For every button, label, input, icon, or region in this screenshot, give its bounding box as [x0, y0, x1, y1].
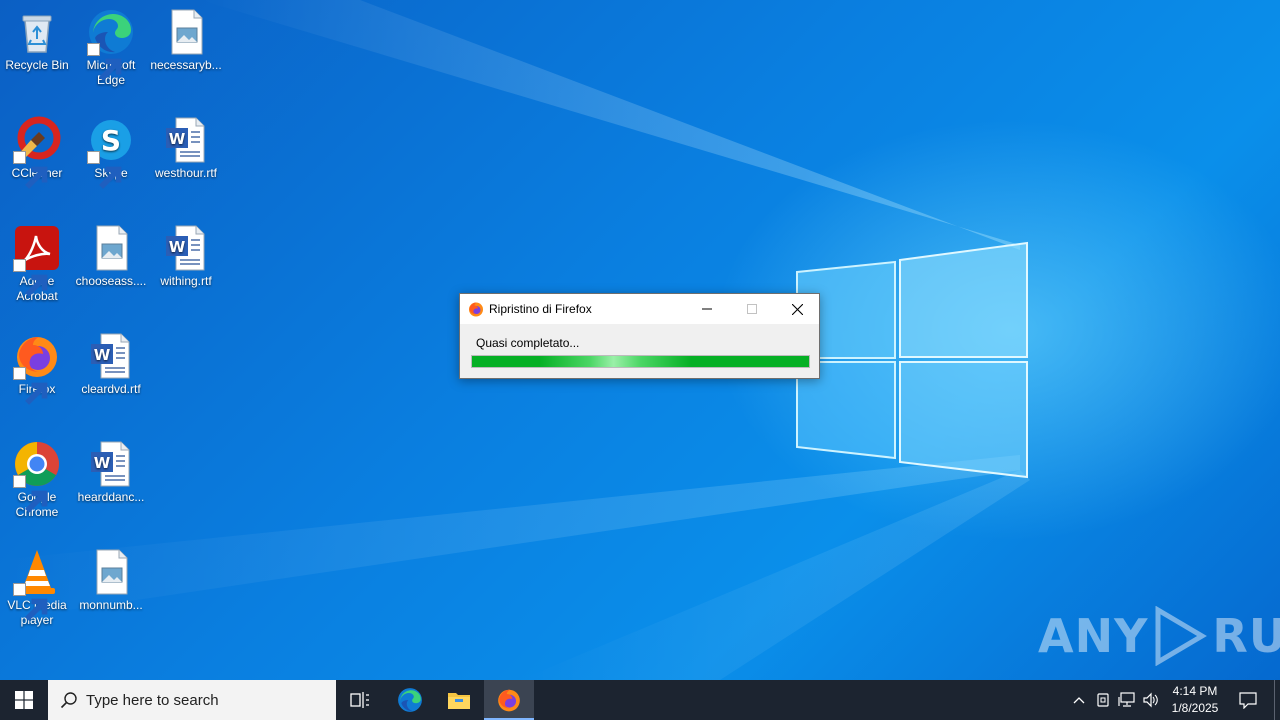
show-desktop-button[interactable]	[1274, 680, 1280, 720]
desktop-icon-firefox[interactable]: Firefox	[0, 332, 75, 405]
ccleaner-icon	[13, 116, 61, 189]
maximize-button	[729, 294, 775, 324]
chevron-up-icon	[1073, 697, 1085, 704]
desktop-icon-label: westhour.rtf	[154, 166, 218, 180]
tray-device-button[interactable]	[1092, 680, 1114, 720]
desktop-icon-label: chooseass....	[75, 274, 147, 288]
image-file-icon	[162, 8, 210, 56]
desktop-icon-hearddanc[interactable]: W hearddanc...	[73, 440, 149, 505]
skype-icon: S	[87, 116, 135, 189]
shortcut-arrow-icon	[13, 259, 48, 297]
taskbar-clock[interactable]: 4:14 PM 1/8/2025	[1164, 683, 1226, 717]
tray-network-button[interactable]	[1116, 680, 1138, 720]
play-triangle-icon	[1155, 606, 1208, 666]
firefox-icon	[469, 302, 483, 317]
maximize-icon	[747, 304, 757, 314]
firefox-icon	[13, 332, 61, 405]
desktop-icon-chooseass[interactable]: chooseass....	[73, 224, 149, 289]
desktop-icon-skype[interactable]: S Skype	[73, 116, 149, 189]
speaker-icon	[1143, 692, 1158, 708]
desktop-icon-necessaryb[interactable]: necessaryb...	[148, 8, 224, 73]
desktop-icon-ccleaner[interactable]: CCleaner	[0, 116, 75, 189]
shortcut-arrow-icon	[87, 151, 122, 189]
desktop-icon-label: Recycle Bin	[5, 58, 69, 72]
taskbar-firefox-button[interactable]	[484, 680, 534, 720]
desktop-icon-westhour[interactable]: W westhour.rtf	[148, 116, 224, 181]
dialog-titlebar[interactable]: Ripristino di Firefox	[460, 294, 819, 324]
shortcut-arrow-icon	[13, 151, 48, 189]
show-hidden-icons-button[interactable]	[1068, 680, 1090, 720]
edge-icon	[87, 8, 135, 81]
word-doc-icon: W	[162, 116, 210, 164]
svg-text:W: W	[94, 454, 111, 472]
vlc-icon	[13, 548, 61, 621]
word-doc-icon: W	[162, 224, 210, 272]
svg-text:W: W	[94, 346, 111, 364]
desktop-icon-monnumb[interactable]: monnumb...	[73, 548, 149, 613]
action-center-button[interactable]	[1230, 680, 1266, 720]
desktop-icon-cleardvd[interactable]: W cleardvd.rtf	[73, 332, 149, 397]
windows-logo-icon	[15, 691, 33, 709]
task-view-icon	[350, 692, 369, 708]
desktop-icon-label: monnumb...	[79, 598, 143, 612]
shortcut-arrow-icon	[87, 43, 122, 81]
taskbar-file-explorer-button[interactable]	[435, 680, 483, 720]
watermark-text-right: RUN	[1212, 609, 1280, 663]
desktop-icon-withing[interactable]: W withing.rtf	[148, 224, 224, 289]
progress-bar	[471, 355, 810, 368]
clock-time: 4:14 PM	[1172, 684, 1218, 698]
image-file-icon	[87, 224, 135, 272]
notification-icon	[1239, 692, 1257, 709]
minimize-icon	[702, 308, 712, 310]
desktop-icon-label: cleardvd.rtf	[81, 382, 141, 396]
task-view-button[interactable]	[336, 680, 384, 720]
taskbar-edge-button[interactable]	[386, 680, 434, 720]
status-text: Quasi completato...	[476, 336, 580, 350]
clock-date: 1/8/2025	[1171, 701, 1219, 715]
recycle-bin-icon	[13, 8, 61, 56]
desktop-icon-adobe-acrobat[interactable]: Adobe Acrobat	[0, 224, 75, 304]
search-icon	[60, 692, 77, 709]
word-doc-icon: W	[87, 440, 135, 488]
firefox-icon	[498, 689, 520, 712]
desktop-icon-google-chrome[interactable]: Google Chrome	[0, 440, 75, 520]
device-icon	[1097, 693, 1109, 707]
shortcut-arrow-icon	[13, 583, 48, 621]
desktop-icon-label: withing.rtf	[160, 274, 212, 288]
close-button[interactable]	[774, 294, 820, 324]
image-file-icon	[87, 548, 135, 596]
network-icon	[1118, 692, 1135, 707]
taskbar: Type here to search 4:14 PM 1/8/2025	[0, 680, 1280, 720]
desktop-icon-recycle-bin[interactable]: Recycle Bin	[0, 8, 75, 73]
file-explorer-icon	[448, 693, 470, 709]
word-doc-icon: W	[87, 332, 135, 380]
anyrun-watermark: ANY RUN	[1038, 606, 1280, 666]
desktop-icon-label: necessaryb...	[150, 58, 222, 72]
dialog-title: Ripristino di Firefox	[489, 302, 592, 316]
desktop-icon-label: hearddanc...	[77, 490, 145, 504]
tray-volume-button[interactable]	[1140, 680, 1162, 720]
dialog-body: Quasi completato...	[460, 324, 819, 368]
close-icon	[791, 303, 803, 315]
desktop-icon-vlc[interactable]: VLC media player	[0, 548, 75, 628]
search-placeholder: Type here to search	[86, 691, 219, 709]
edge-icon	[398, 688, 422, 712]
desktop-icon-edge[interactable]: Microsoft Edge	[73, 8, 149, 88]
svg-text:W: W	[169, 130, 186, 148]
firefox-refresh-dialog: Ripristino di Firefox Quasi completato..…	[459, 293, 820, 379]
svg-text:W: W	[169, 238, 186, 256]
progress-fill	[472, 356, 809, 367]
chrome-icon	[13, 440, 61, 513]
shortcut-arrow-icon	[13, 367, 48, 405]
watermark-text-left: ANY	[1038, 609, 1149, 663]
shortcut-arrow-icon	[13, 475, 48, 513]
minimize-button[interactable]	[684, 294, 730, 324]
start-button[interactable]	[0, 680, 48, 720]
acrobat-icon	[13, 224, 61, 297]
taskbar-search-box[interactable]: Type here to search	[48, 680, 336, 720]
